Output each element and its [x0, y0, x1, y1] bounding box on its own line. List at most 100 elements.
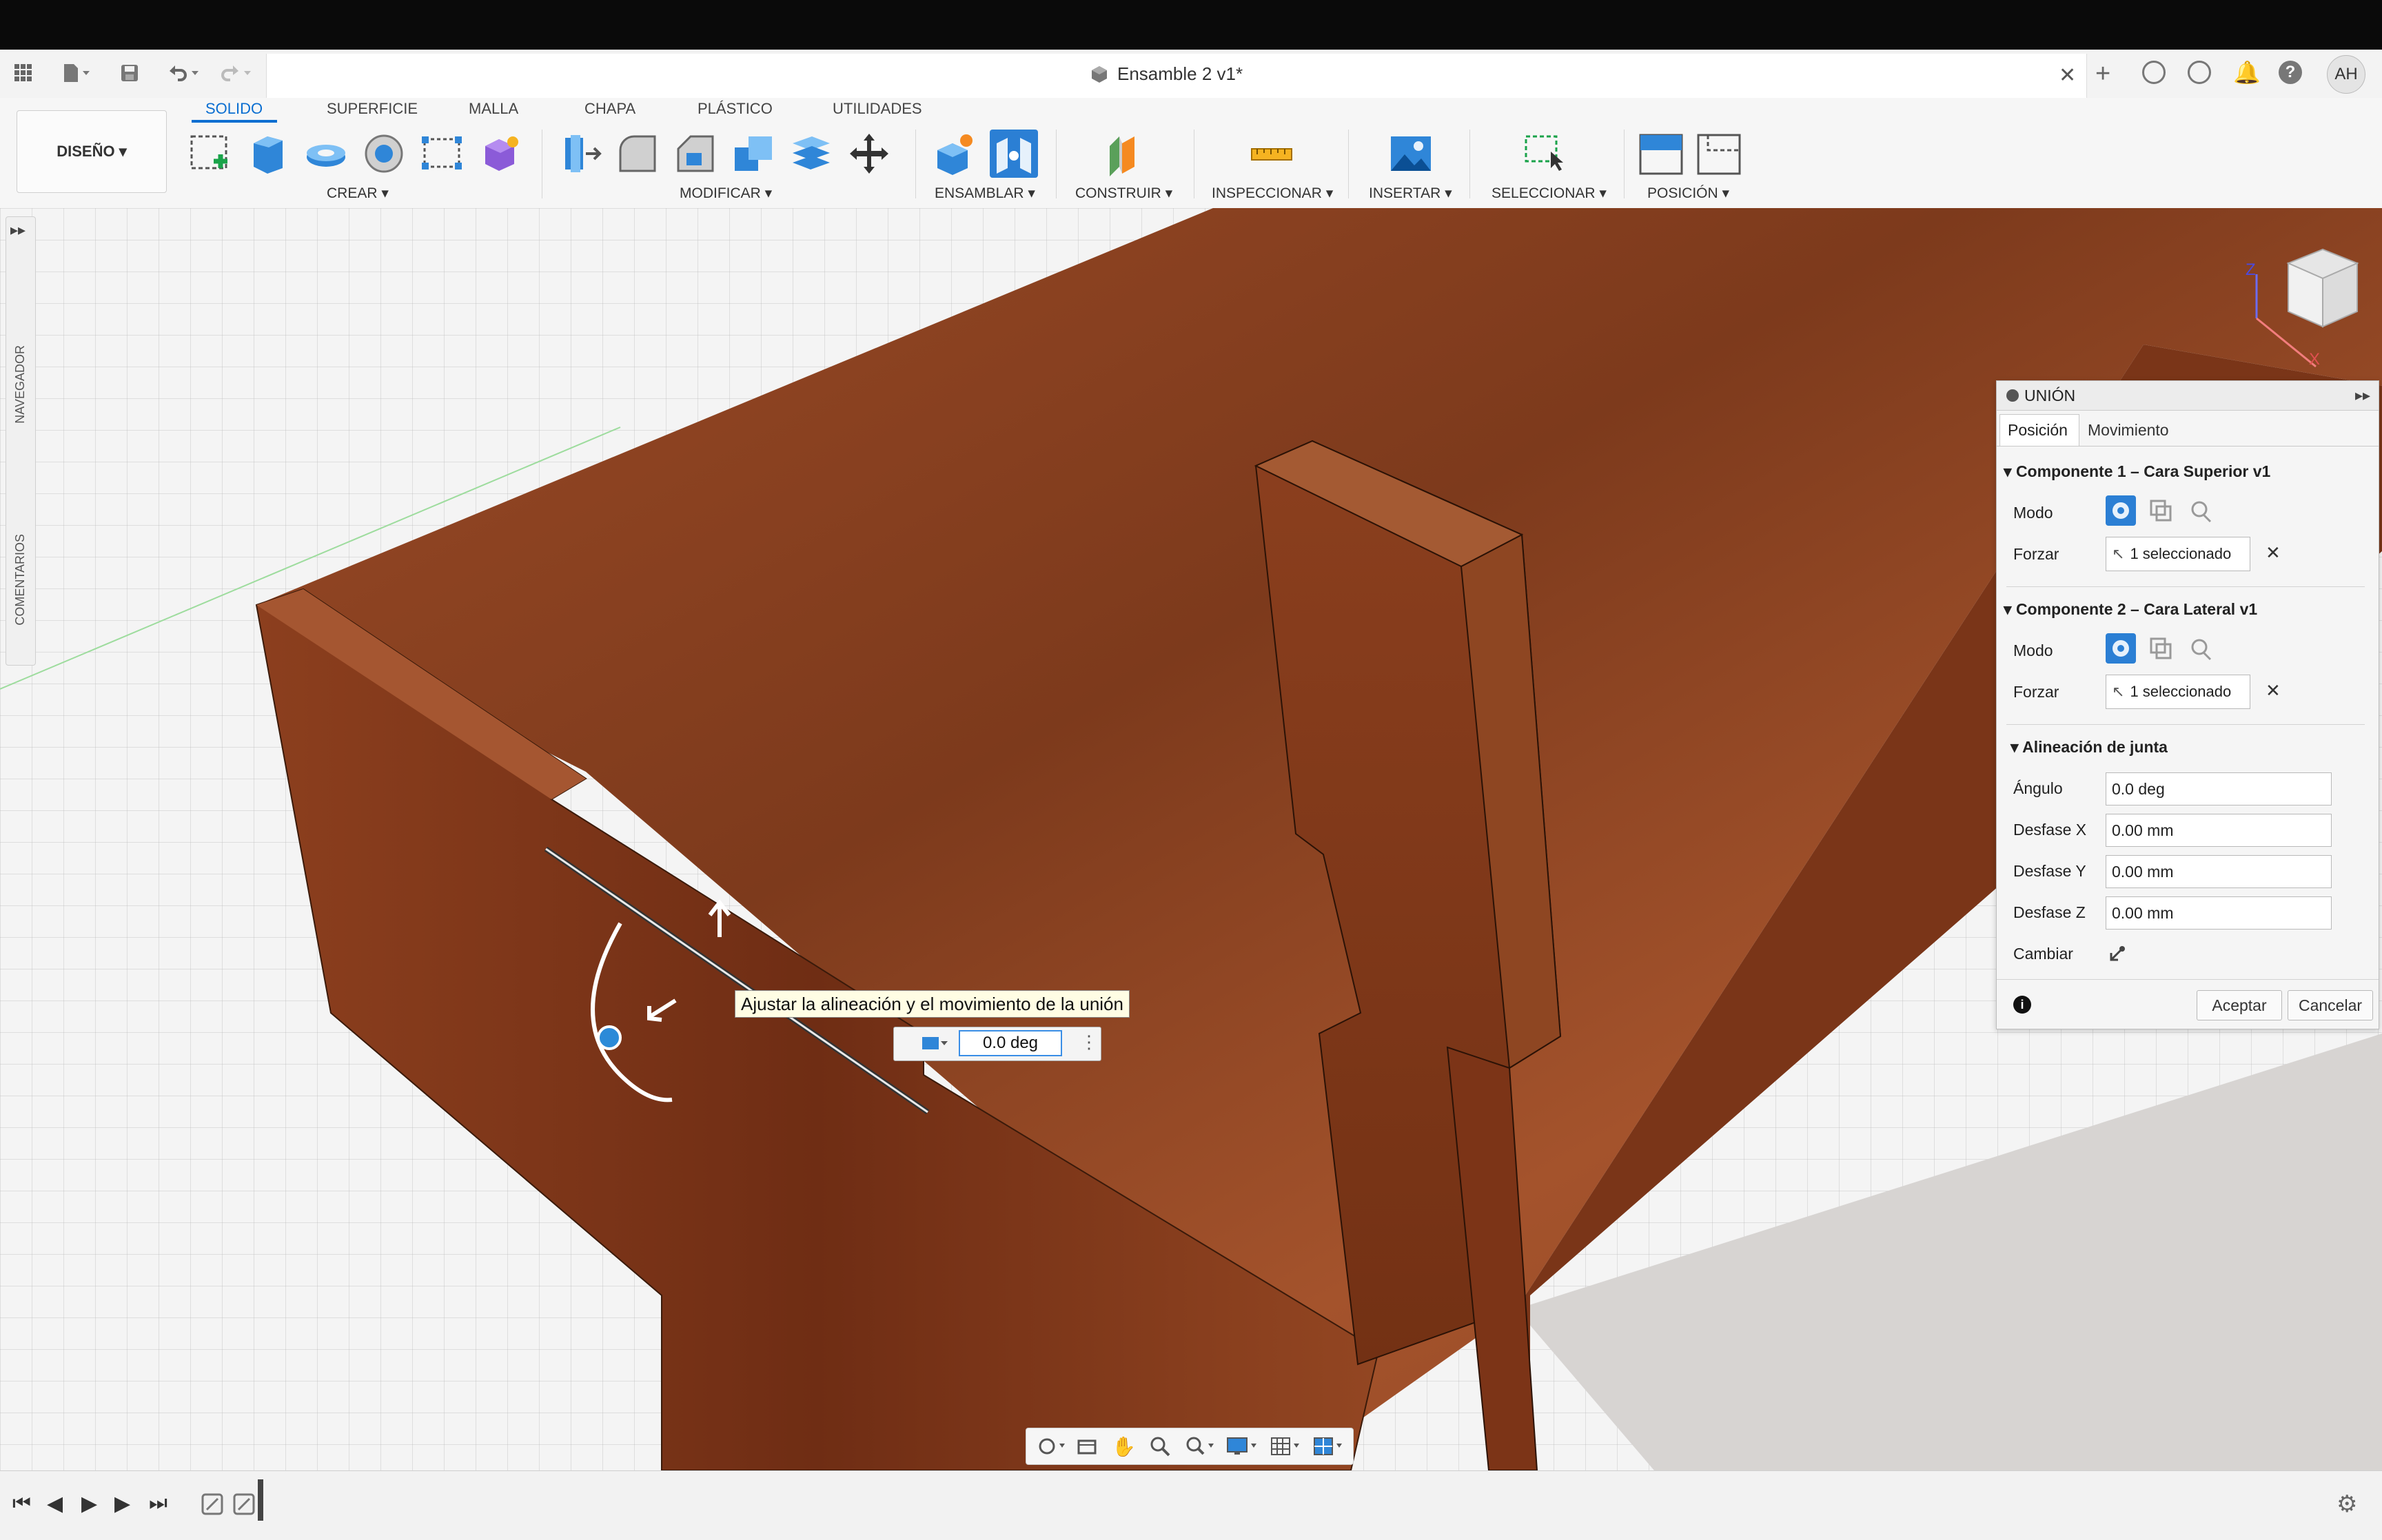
chamfer-icon[interactable]	[671, 130, 720, 178]
group-insertar[interactable]: INSERTAR ▾	[1369, 185, 1452, 202]
revolve-icon[interactable]	[302, 130, 350, 178]
group-construir[interactable]: CONSTRUIR ▾	[1075, 185, 1172, 202]
viewports-icon[interactable]	[1313, 1435, 1346, 1457]
view-cube[interactable]: Z X	[2240, 236, 2364, 373]
tab-utilidades[interactable]: UTILIDADES	[833, 100, 922, 118]
close-tab-icon[interactable]: ✕	[2059, 63, 2076, 88]
group-inspeccionar[interactable]: INSPECCIONAR ▾	[1212, 185, 1333, 202]
mode-between-faces-icon[interactable]	[2146, 495, 2176, 526]
component2-selection[interactable]: ↖ 1 seleccionado	[2106, 675, 2250, 709]
input-mode-icon[interactable]	[922, 1034, 948, 1052]
go-to-start-icon[interactable]: ⏮	[12, 1492, 31, 1515]
ok-button[interactable]: Aceptar	[2197, 990, 2282, 1020]
group-crear[interactable]: CREAR ▾	[327, 185, 389, 202]
measure-icon[interactable]	[1248, 130, 1296, 178]
save-icon[interactable]	[116, 59, 143, 87]
cancel-button[interactable]: Cancelar	[2288, 990, 2373, 1020]
workspace-switcher[interactable]: DISEÑO ▾	[17, 110, 167, 193]
mode-two-edges-icon[interactable]	[2186, 495, 2216, 526]
extrude-icon[interactable]	[244, 130, 292, 178]
combine-icon[interactable]	[729, 130, 777, 178]
new-tab-icon[interactable]: +	[2095, 59, 2110, 89]
new-component-icon[interactable]	[930, 130, 979, 178]
component2-header[interactable]: ▾ Componente 2 – Cara Lateral v1	[2004, 600, 2257, 619]
pan-icon[interactable]: ✋	[1112, 1435, 1136, 1457]
move-copy-icon[interactable]	[845, 130, 893, 178]
fillet-icon[interactable]	[613, 130, 662, 178]
comments-tab[interactable]: COMENTARIOS	[13, 534, 28, 626]
step-forward-icon[interactable]: ▶	[114, 1492, 130, 1516]
tab-malla[interactable]: MALLA	[469, 100, 518, 118]
timeline-marker[interactable]	[258, 1479, 263, 1521]
shell-icon[interactable]	[360, 130, 408, 178]
step-back-icon[interactable]: ◀	[47, 1492, 63, 1516]
orbit-icon[interactable]	[1036, 1435, 1065, 1457]
grid-settings-icon[interactable]	[1270, 1435, 1303, 1457]
form-icon[interactable]	[476, 130, 524, 178]
expand-dialog-icon[interactable]: ▸▸	[2355, 387, 2370, 404]
press-pull-icon[interactable]	[556, 130, 604, 178]
offset-x-field[interactable]: 0.00 mm	[2106, 814, 2332, 847]
zoom-icon[interactable]	[1149, 1435, 1172, 1457]
grid-menu-icon[interactable]	[10, 59, 37, 87]
angle-input-box[interactable]: 0.0 deg ⋮	[893, 1027, 1101, 1061]
help-icon[interactable]: ?	[2279, 61, 2302, 84]
alignment-header[interactable]: ▾ Alineación de junta	[2011, 738, 2168, 757]
play-icon[interactable]: ▶	[81, 1492, 97, 1516]
view-cube-x-label: X	[2309, 350, 2321, 369]
display-settings-icon[interactable]	[1226, 1435, 1259, 1457]
tab-solido[interactable]: SOLIDO	[205, 100, 263, 118]
tab-movimiento[interactable]: Movimiento	[2088, 421, 2169, 440]
angle-field[interactable]: 0.0 deg	[2106, 772, 2332, 805]
go-to-end-icon[interactable]: ⏭	[149, 1492, 167, 1515]
offset-z-field[interactable]: 0.00 mm	[2106, 896, 2332, 930]
tab-chapa[interactable]: CHAPA	[584, 100, 635, 118]
offset-plane-icon[interactable]	[1100, 130, 1148, 178]
timeline-joint-feature-icon[interactable]	[200, 1490, 227, 1518]
rotation-handle[interactable]	[597, 1025, 622, 1050]
capture-position-icon[interactable]	[1638, 130, 1686, 178]
component2-header-label: Componente 2 – Cara Lateral v1	[2015, 600, 2258, 618]
revert-position-icon[interactable]	[1696, 130, 1744, 178]
tab-plastico[interactable]: PLÁSTICO	[698, 100, 773, 118]
create-sketch-icon[interactable]	[186, 130, 234, 178]
look-at-icon[interactable]	[1076, 1435, 1099, 1457]
group-posicion[interactable]: POSICIÓN ▾	[1647, 185, 1729, 202]
expand-panel-icon[interactable]: ▸▸	[10, 221, 26, 239]
mode-simple-icon[interactable]	[2106, 495, 2136, 526]
flip-icon[interactable]	[2107, 943, 2128, 964]
split-body-icon[interactable]	[787, 130, 835, 178]
clear-selection1-icon[interactable]: ✕	[2266, 542, 2281, 564]
component1-selection[interactable]: ↖ 1 seleccionado	[2106, 537, 2250, 571]
pattern-icon[interactable]	[418, 130, 466, 178]
mode-two-edges-icon[interactable]	[2186, 633, 2216, 664]
component1-header[interactable]: ▾ Componente 1 – Cara Superior v1	[2004, 462, 2270, 481]
joint-icon[interactable]	[990, 130, 1038, 178]
tab-superficie[interactable]: SUPERFICIE	[327, 100, 418, 118]
timeline-settings-icon[interactable]: ⚙	[2337, 1490, 2357, 1518]
clear-selection2-icon[interactable]: ✕	[2266, 680, 2281, 701]
fit-icon[interactable]	[1185, 1435, 1215, 1457]
redo-icon[interactable]	[215, 59, 256, 87]
timeline-joint-feature-icon[interactable]	[232, 1490, 259, 1518]
user-avatar[interactable]: AH	[2327, 55, 2365, 94]
select-box-icon[interactable]	[1520, 130, 1569, 178]
document-tab[interactable]: Ensamble 2 v1* ✕	[266, 54, 2087, 98]
notifications-icon[interactable]: 🔔	[2233, 59, 2261, 85]
job-status-icon[interactable]	[2188, 61, 2211, 84]
insert-image-icon[interactable]	[1387, 130, 1435, 178]
navigator-tab[interactable]: NAVEGADOR	[13, 345, 28, 424]
group-modificar[interactable]: MODIFICAR ▾	[680, 185, 772, 202]
offset-y-field[interactable]: 0.00 mm	[2106, 855, 2332, 888]
angle-input-field[interactable]: 0.0 deg	[959, 1030, 1062, 1056]
mode-between-faces-icon[interactable]	[2146, 633, 2176, 664]
mode-simple-icon[interactable]	[2106, 633, 2136, 664]
component2-force-label: Forzar	[2013, 683, 2059, 701]
group-seleccionar[interactable]: SELECCIONAR ▾	[1492, 185, 1607, 202]
extensions-icon[interactable]	[2142, 61, 2166, 84]
more-options-icon[interactable]: ⋮	[1080, 1031, 1098, 1053]
group-ensamblar[interactable]: ENSAMBLAR ▾	[935, 185, 1035, 202]
info-icon[interactable]: i	[2013, 996, 2031, 1014]
file-icon[interactable]	[55, 59, 96, 87]
undo-icon[interactable]	[163, 59, 204, 87]
